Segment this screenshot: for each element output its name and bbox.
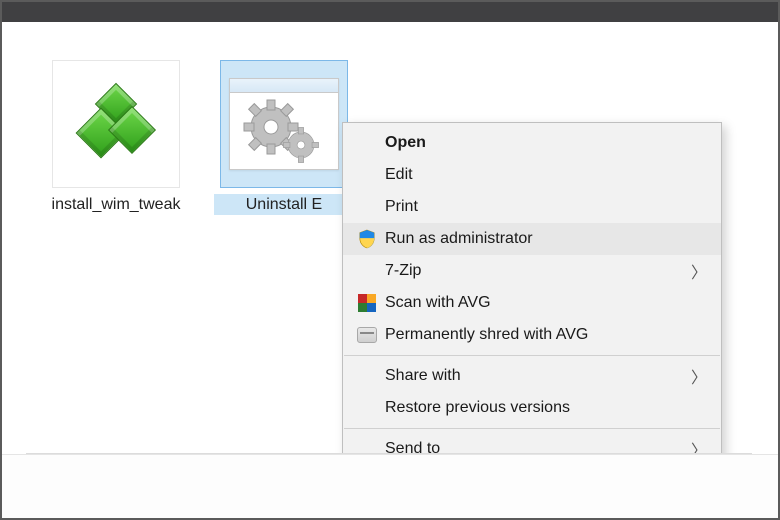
chevron-right-icon: 〉 (691, 364, 707, 388)
shredder-icon (353, 327, 381, 343)
menu-item-permanently-shred-with-avg[interactable]: Permanently shred with AVG (343, 319, 721, 351)
context-menu: OpenEditPrintRun as administrator7-Zip〉S… (342, 122, 722, 470)
file-explorer-area[interactable]: install_wim_tweak (2, 22, 778, 454)
menu-item-edit[interactable]: Edit (343, 159, 721, 191)
avg-icon (353, 294, 381, 312)
menu-item-open[interactable]: Open (343, 127, 721, 159)
menu-item-label: 7-Zip (385, 262, 691, 280)
menu-separator (344, 355, 720, 356)
file-thumbnail (220, 60, 348, 188)
menu-item-label: Restore previous versions (385, 399, 707, 417)
menu-item-label: Edit (385, 166, 707, 184)
menu-separator (344, 428, 720, 429)
menu-item-print[interactable]: Print (343, 191, 721, 223)
menu-item-label: Open (385, 134, 707, 152)
chevron-right-icon: 〉 (691, 259, 707, 283)
menu-item-run-as-administrator[interactable]: Run as administrator (343, 223, 721, 255)
menu-item-share-with[interactable]: Share with〉 (343, 360, 721, 392)
file-label: Uninstall E (214, 194, 354, 215)
menu-item-label: Permanently shred with AVG (385, 326, 707, 344)
file-thumbnail (52, 60, 180, 188)
window-bottom-bar (2, 454, 778, 518)
menu-item-7-zip[interactable]: 7-Zip〉 (343, 255, 721, 287)
window-top-bar (2, 2, 778, 22)
file-item-uninstall-batch[interactable]: Uninstall E (214, 60, 354, 215)
menu-item-restore-previous-versions[interactable]: Restore previous versions (343, 392, 721, 424)
shield-icon (353, 229, 381, 249)
menu-item-label: Share with (385, 367, 691, 385)
menu-item-scan-with-avg[interactable]: Scan with AVG (343, 287, 721, 319)
batch-file-icon (229, 78, 339, 170)
menu-item-label: Print (385, 198, 707, 216)
menu-item-label: Scan with AVG (385, 294, 707, 312)
registry-icon (77, 89, 155, 159)
file-item-install-wim-tweak[interactable]: install_wim_tweak (46, 60, 186, 215)
screenshot-frame: install_wim_tweak (0, 0, 780, 520)
file-label: install_wim_tweak (46, 194, 186, 215)
menu-item-label: Run as administrator (385, 230, 707, 248)
